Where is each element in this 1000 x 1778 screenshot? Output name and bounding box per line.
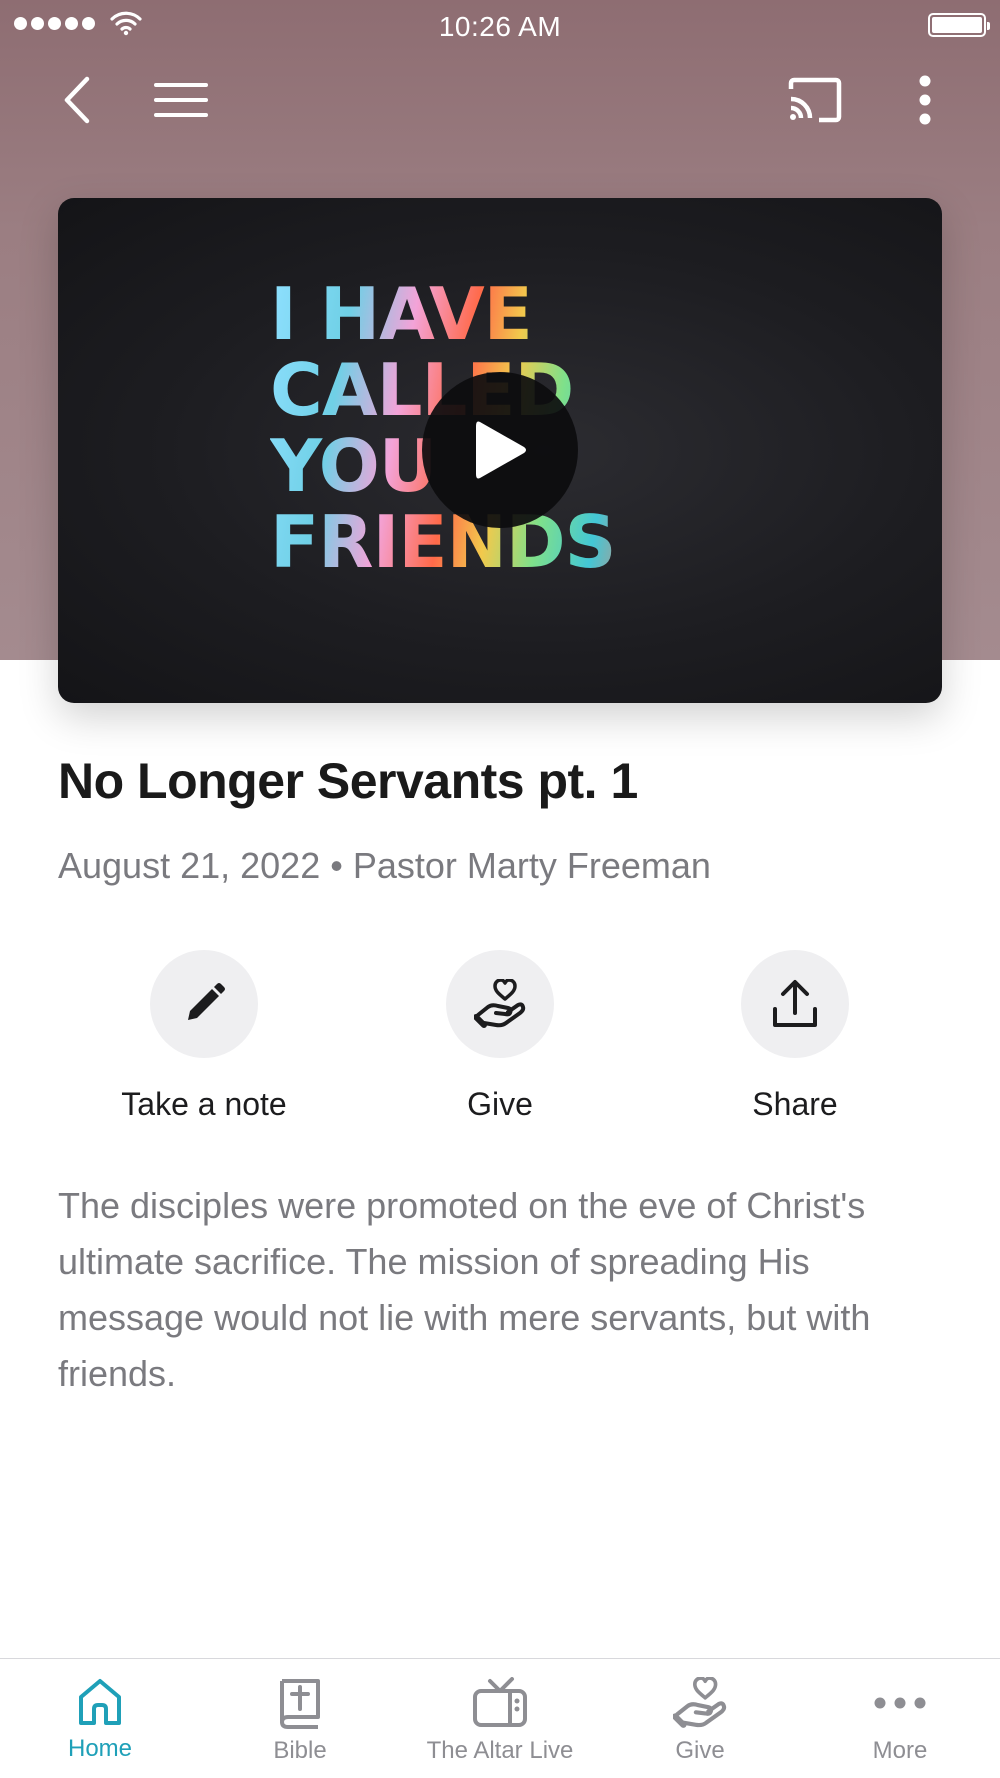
pencil-icon bbox=[188, 983, 225, 1020]
tab-give[interactable]: Give bbox=[600, 1677, 800, 1765]
cast-button[interactable] bbox=[780, 70, 850, 130]
hamburger-menu-icon bbox=[154, 83, 208, 117]
take-note-label: Take a note bbox=[121, 1086, 287, 1122]
back-button[interactable] bbox=[48, 70, 104, 130]
tab-more-label: More bbox=[872, 1737, 928, 1764]
give-button[interactable]: Give bbox=[380, 950, 620, 1123]
hand-heart-icon bbox=[474, 979, 526, 1028]
sermon-title: No Longer Servants pt. 1 bbox=[58, 753, 638, 809]
video-player[interactable]: I HAVE CALLED YOU FRIENDS bbox=[58, 198, 942, 703]
sermon-description: The disciples were promoted on the eve o… bbox=[58, 1185, 871, 1394]
tab-altar-live-label: The Altar Live bbox=[426, 1737, 574, 1764]
status-time: 10:26 AM bbox=[438, 11, 562, 42]
tab-bible[interactable]: Bible bbox=[200, 1677, 400, 1765]
status-bar: 10:26 AM bbox=[0, 0, 1000, 50]
give-label: Give bbox=[467, 1086, 533, 1122]
tab-more[interactable]: More bbox=[800, 1677, 1000, 1765]
share-upload-icon bbox=[773, 980, 817, 1027]
overflow-menu-button[interactable] bbox=[900, 70, 950, 130]
menu-button[interactable] bbox=[148, 70, 214, 130]
tab-home-label: Home bbox=[67, 1735, 133, 1762]
share-button[interactable]: Share bbox=[675, 950, 915, 1123]
chevron-left-icon bbox=[64, 76, 90, 124]
tab-home[interactable]: Home bbox=[0, 1677, 200, 1763]
vertical-dots-icon bbox=[919, 75, 931, 125]
tab-give-label: Give bbox=[675, 1737, 725, 1764]
battery-icon bbox=[928, 13, 990, 37]
hand-heart-icon bbox=[673, 1677, 727, 1728]
share-label: Share bbox=[752, 1086, 838, 1122]
tab-bar: Home Bible The Altar Live Give More bbox=[0, 1658, 1000, 1778]
take-note-button[interactable]: Take a note bbox=[84, 950, 324, 1123]
tab-altar-live[interactable]: The Altar Live bbox=[400, 1677, 600, 1765]
play-icon bbox=[476, 421, 526, 479]
more-dots-icon bbox=[874, 1697, 926, 1709]
sermon-date-speaker: August 21, 2022 • Pastor Marty Freeman bbox=[58, 845, 711, 886]
bible-icon bbox=[280, 1679, 320, 1729]
home-icon bbox=[79, 1679, 121, 1725]
cast-icon bbox=[788, 77, 842, 123]
tv-icon bbox=[473, 1677, 527, 1727]
play-button[interactable] bbox=[422, 372, 578, 528]
tab-bible-label: Bible bbox=[273, 1737, 327, 1764]
